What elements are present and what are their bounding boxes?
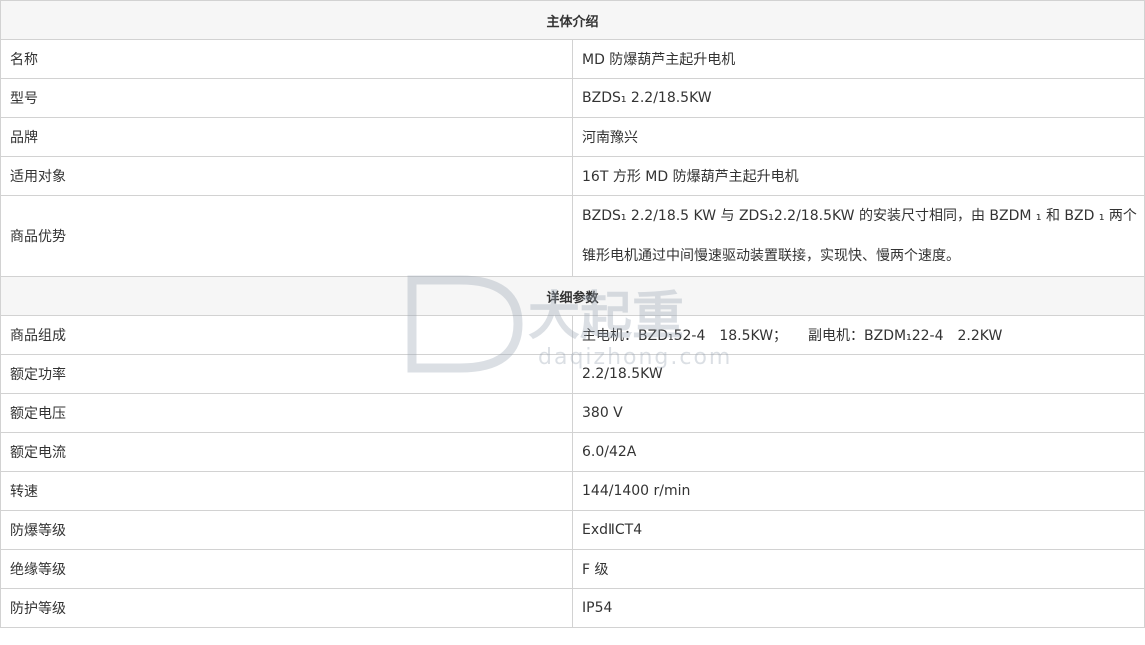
row-value: 河南豫兴 bbox=[572, 117, 1145, 157]
row-label: 防护等级 bbox=[0, 588, 573, 628]
table-row: 防护等级 IP54 bbox=[0, 588, 1145, 628]
row-label: 名称 bbox=[0, 39, 573, 79]
row-label: 商品优势 bbox=[0, 195, 573, 277]
table-row: 商品组成 主电机：BZD₁52-4 18.5KW； 副电机：BZDM₁22-4 … bbox=[0, 315, 1145, 355]
row-label: 适用对象 bbox=[0, 156, 573, 196]
table-row: 绝缘等级 F 级 bbox=[0, 549, 1145, 589]
table-row: 额定电流 6.0/42A bbox=[0, 432, 1145, 472]
row-label: 型号 bbox=[0, 78, 573, 118]
row-label: 品牌 bbox=[0, 117, 573, 157]
row-value: 144/1400 r/min bbox=[572, 471, 1145, 511]
row-value: 2.2/18.5KW bbox=[572, 354, 1145, 394]
section-header-intro: 主体介绍 bbox=[0, 0, 1145, 40]
row-value: 主电机：BZD₁52-4 18.5KW； 副电机：BZDM₁22-4 2.2KW bbox=[572, 315, 1145, 355]
row-label: 额定功率 bbox=[0, 354, 573, 394]
row-value: BZDS₁ 2.2/18.5KW bbox=[572, 78, 1145, 118]
row-label: 转速 bbox=[0, 471, 573, 511]
row-value: 380 V bbox=[572, 393, 1145, 433]
table-row: 品牌 河南豫兴 bbox=[0, 117, 1145, 157]
row-value: 6.0/42A bbox=[572, 432, 1145, 472]
table-row: 防爆等级 ExdⅡCT4 bbox=[0, 510, 1145, 550]
row-label: 额定电压 bbox=[0, 393, 573, 433]
section-header-row: 主体介绍 bbox=[0, 0, 1145, 40]
table-row: 适用对象 16T 方形 MD 防爆葫芦主起升电机 bbox=[0, 156, 1145, 196]
table-row: 名称 MD 防爆葫芦主起升电机 bbox=[0, 39, 1145, 79]
row-value: F 级 bbox=[572, 549, 1145, 589]
row-value: 16T 方形 MD 防爆葫芦主起升电机 bbox=[572, 156, 1145, 196]
section-header-row: 详细参数 bbox=[0, 276, 1145, 316]
table-row: 额定电压 380 V bbox=[0, 393, 1145, 433]
section-header-details: 详细参数 bbox=[0, 276, 1145, 316]
row-value: IP54 bbox=[572, 588, 1145, 628]
row-value: BZDS₁ 2.2/18.5 KW 与 ZDS₁2.2/18.5KW 的安装尺寸… bbox=[572, 195, 1145, 277]
table-row: 型号 BZDS₁ 2.2/18.5KW bbox=[0, 78, 1145, 118]
row-value: MD 防爆葫芦主起升电机 bbox=[572, 39, 1145, 79]
row-label: 绝缘等级 bbox=[0, 549, 573, 589]
row-value: ExdⅡCT4 bbox=[572, 510, 1145, 550]
table-row: 商品优势 BZDS₁ 2.2/18.5 KW 与 ZDS₁2.2/18.5KW … bbox=[0, 195, 1145, 277]
table-row: 转速 144/1400 r/min bbox=[0, 471, 1145, 511]
row-label: 额定电流 bbox=[0, 432, 573, 472]
spec-table: 主体介绍 名称 MD 防爆葫芦主起升电机 型号 BZDS₁ 2.2/18.5KW… bbox=[0, 0, 1145, 628]
table-row: 额定功率 2.2/18.5KW bbox=[0, 354, 1145, 394]
row-label: 防爆等级 bbox=[0, 510, 573, 550]
row-label: 商品组成 bbox=[0, 315, 573, 355]
